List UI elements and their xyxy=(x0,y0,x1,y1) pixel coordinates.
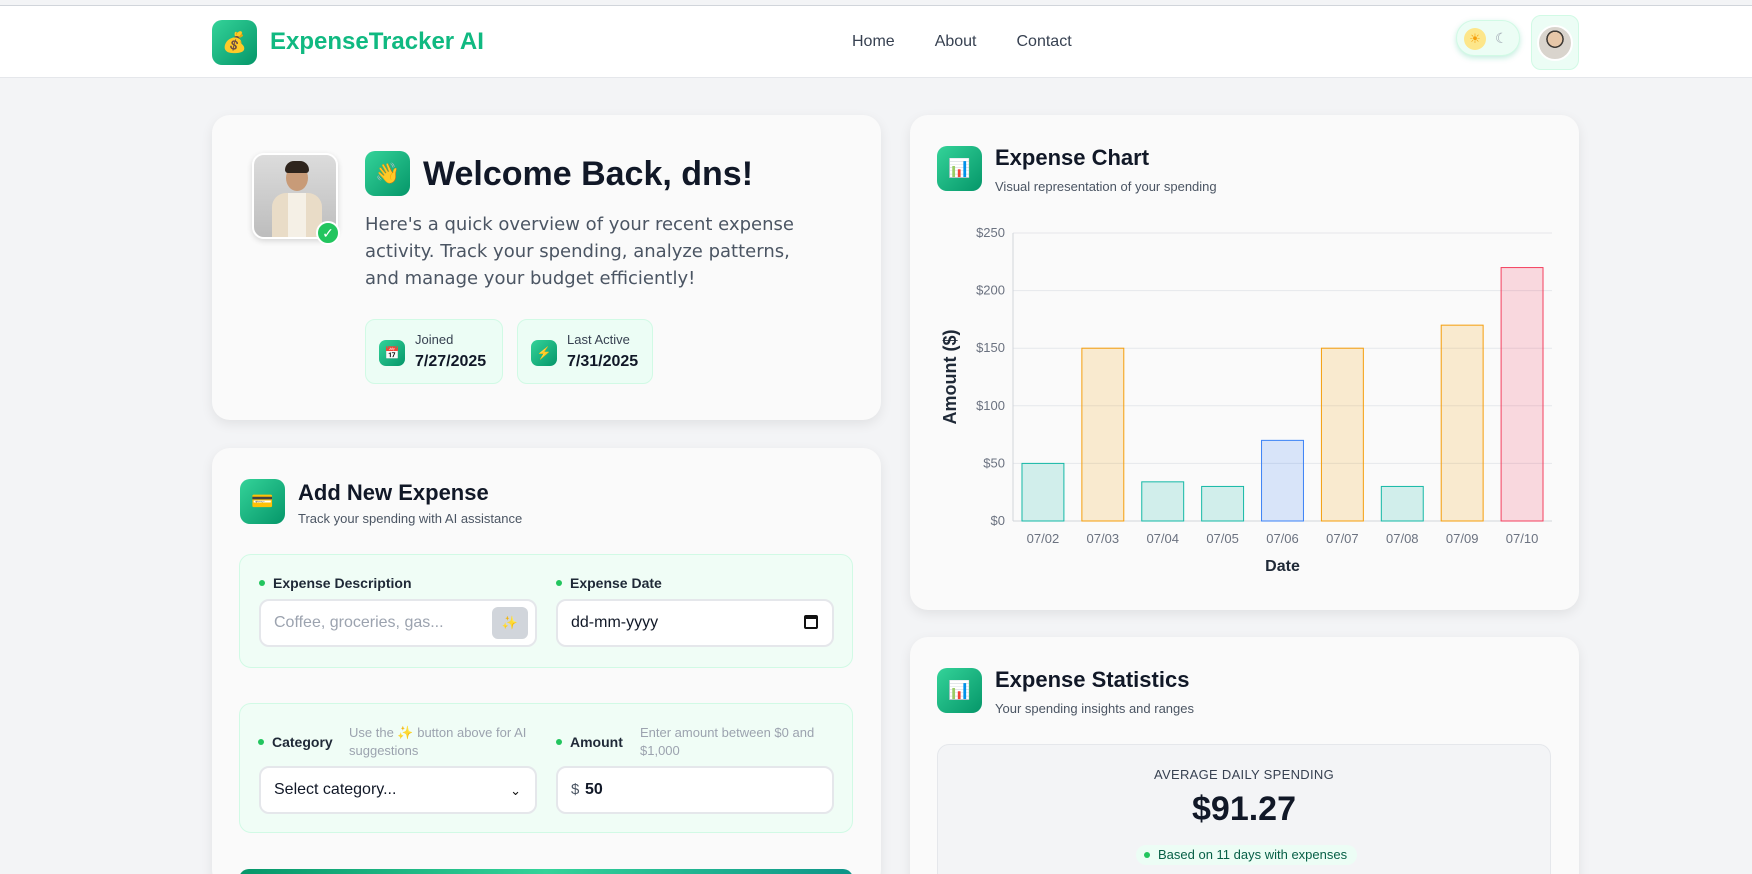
chart-bar xyxy=(1141,481,1185,522)
date-input[interactable]: dd-mm-yyyy xyxy=(556,599,834,647)
wave-icon: 👋 xyxy=(365,151,410,196)
average-note: Based on 11 days with expenses xyxy=(1136,845,1358,865)
joined-chip: 📅 Joined 7/27/2025 xyxy=(365,319,503,384)
y-tick-label: $200 xyxy=(976,283,1005,298)
average-value: $91.27 xyxy=(1192,790,1296,828)
nav-contact-link[interactable]: Contact xyxy=(1017,33,1072,51)
category-select[interactable]: Select category... ⌄ xyxy=(259,766,537,814)
stats-title: Expense Statistics xyxy=(995,667,1190,692)
average-label: AVERAGE DAILY SPENDING xyxy=(1154,767,1334,782)
expense-statistics-card: 📊 Expense Statistics Your spending insig… xyxy=(910,637,1579,874)
amount-input[interactable]: $ 50 xyxy=(556,766,834,814)
nav-home-link[interactable]: Home xyxy=(852,33,895,51)
chart-bar xyxy=(1021,462,1065,522)
submit-button[interactable] xyxy=(239,869,853,874)
description-label: Expense Description xyxy=(259,575,412,591)
sun-icon: ☀ xyxy=(1464,28,1486,50)
description-date-panel: Expense Description Coffee, groceries, g… xyxy=(239,554,853,668)
chart-bar xyxy=(1380,485,1424,522)
category-amount-panel: Category Use the ✨ button above for AI s… xyxy=(239,703,853,833)
description-placeholder: Coffee, groceries, gas... xyxy=(274,614,444,631)
verified-check-icon: ✓ xyxy=(316,221,340,245)
expense-chart-card: 📊 Expense Chart Visual representation of… xyxy=(910,115,1579,610)
joined-label: Joined xyxy=(415,332,454,347)
expense-bar-chart: $0 $50 $100 $150 $200 $250 07/02 07/03 07/04 07/0… xyxy=(940,225,1552,575)
chevron-down-icon: ⌄ xyxy=(510,783,521,798)
chart-bar xyxy=(1500,267,1544,522)
description-input[interactable]: Coffee, groceries, gas... ✨ xyxy=(259,599,537,647)
welcome-title: Welcome Back, dns! xyxy=(423,155,754,193)
credit-card-icon: 💳 xyxy=(240,479,285,524)
x-axis-title: Date xyxy=(1265,558,1300,575)
x-tick-label: 07/08 xyxy=(1386,531,1419,546)
x-tick-label: 07/06 xyxy=(1266,531,1299,546)
stats-subtitle: Your spending insights and ranges xyxy=(995,701,1194,716)
y-axis-title: Amount ($) xyxy=(940,330,960,425)
add-expense-subtitle: Track your spending with AI assistance xyxy=(298,511,523,526)
category-label: Category xyxy=(258,734,333,750)
x-tick-label: 07/04 xyxy=(1146,531,1179,546)
navbar: 💰 ExpenseTracker AI Home About Contact ☀… xyxy=(0,6,1752,78)
nav-links: Home About Contact xyxy=(852,33,1072,51)
chart-bar xyxy=(1320,347,1364,522)
joined-value: 7/27/2025 xyxy=(415,353,487,370)
chart-bar xyxy=(1201,485,1245,522)
dollar-prefix: $ xyxy=(571,781,580,798)
x-tick-label: 07/09 xyxy=(1446,531,1479,546)
moon-icon: ☾ xyxy=(1495,30,1508,46)
amount-hint: Enter amount between $0 and $1,000 xyxy=(640,725,815,758)
category-value: Select category... xyxy=(274,781,397,798)
last-active-value: 7/31/2025 xyxy=(567,353,639,370)
x-tick-label: 07/05 xyxy=(1206,531,1239,546)
x-tick-label: 07/02 xyxy=(1027,531,1060,546)
ai-suggest-button[interactable]: ✨ xyxy=(492,607,528,639)
x-tick-label: 07/07 xyxy=(1326,531,1359,546)
money-bag-icon[interactable]: 💰 xyxy=(212,20,257,65)
bolt-icon: ⚡ xyxy=(531,340,557,366)
date-placeholder: dd-mm-yyyy xyxy=(571,614,659,631)
calendar-picker-icon[interactable] xyxy=(804,615,818,629)
category-hint: Use the ✨ button above for AI suggestion… xyxy=(349,725,527,758)
chart-bar xyxy=(1261,439,1304,522)
last-active-label: Last Active xyxy=(567,332,630,347)
y-tick-label: $250 xyxy=(976,225,1005,240)
x-tick-label: 07/10 xyxy=(1506,531,1539,546)
last-active-chip: ⚡ Last Active 7/31/2025 xyxy=(517,319,653,384)
user-menu-button[interactable] xyxy=(1531,15,1579,70)
avatar xyxy=(1537,24,1573,61)
welcome-description: Here's a quick overview of your recent e… xyxy=(365,214,794,289)
date-label: Expense Date xyxy=(556,575,662,591)
y-tick-label: $150 xyxy=(976,340,1005,355)
nav-about-link[interactable]: About xyxy=(935,33,977,51)
add-expense-title: Add New Expense xyxy=(298,480,489,505)
theme-toggle[interactable]: ☀ ☾ xyxy=(1456,20,1520,56)
chart-bar xyxy=(1440,324,1484,522)
y-tick-label: $50 xyxy=(983,455,1005,470)
amount-value: 50 xyxy=(585,781,603,798)
x-tick-label: 07/03 xyxy=(1087,531,1120,546)
welcome-card: ✓ 👋 Welcome Back, dns! Here's a quick ov… xyxy=(212,115,881,420)
y-tick-label: $100 xyxy=(976,398,1005,413)
add-expense-card: 💳 Add New Expense Track your spending wi… xyxy=(212,448,881,874)
brand-name[interactable]: ExpenseTracker AI xyxy=(270,28,484,56)
stats-chart-icon: 📊 xyxy=(937,668,982,713)
chart-bar xyxy=(1081,347,1125,522)
calendar-icon: 📅 xyxy=(379,340,405,366)
average-spending-panel: AVERAGE DAILY SPENDING $91.27 Based on 1… xyxy=(937,744,1551,874)
y-tick-label: $0 xyxy=(991,513,1005,528)
amount-label: Amount xyxy=(556,734,623,750)
